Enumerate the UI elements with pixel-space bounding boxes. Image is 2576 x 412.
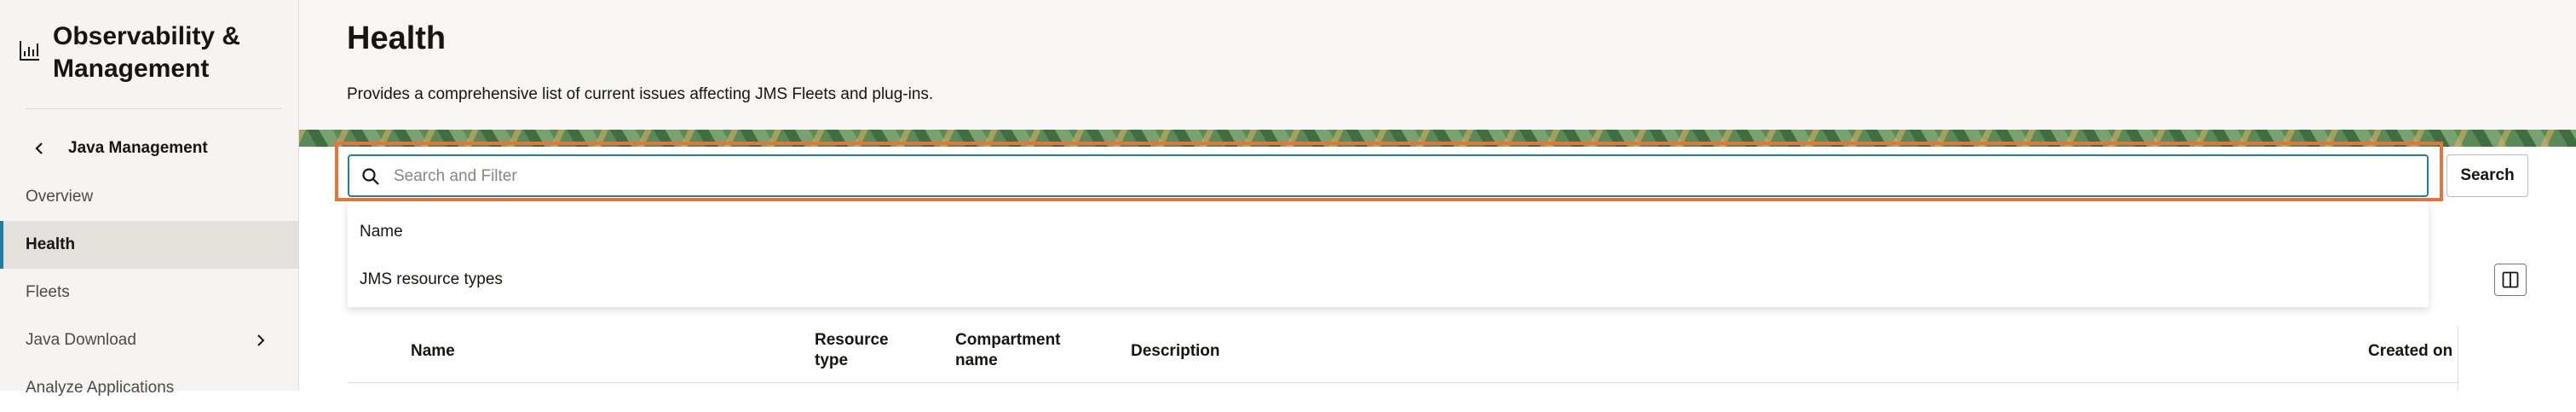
- suggestion-name[interactable]: Name: [348, 208, 2429, 256]
- column-header-created-on[interactable]: Created on: [2368, 341, 2452, 362]
- back-to-java-management[interactable]: Java Management: [32, 139, 208, 158]
- sidebar-divider: [26, 108, 281, 109]
- sidebar-item-label: Overview: [26, 188, 94, 206]
- sidebar-item-label: Fleets: [26, 283, 70, 301]
- column-header-description[interactable]: Description: [1131, 341, 1220, 362]
- columns-icon: [2502, 271, 2519, 288]
- sidebar: Observability & Management Java Manageme…: [0, 0, 299, 397]
- column-header-compartment-name[interactable]: Compartment name: [955, 330, 1075, 371]
- back-label: Java Management: [68, 139, 208, 157]
- chart-icon: [20, 41, 39, 61]
- search-input[interactable]: [392, 160, 2415, 194]
- sidebar-item-label: Analyze Applications: [26, 379, 175, 397]
- app-title: Observability & Management: [53, 22, 241, 83]
- sidebar-item-overview[interactable]: Overview: [0, 173, 298, 221]
- search-icon: [362, 168, 379, 185]
- search-button[interactable]: Search: [2446, 154, 2528, 197]
- sidebar-item-java-download[interactable]: Java Download: [0, 316, 298, 364]
- column-header-resource-type[interactable]: Resource type: [815, 330, 900, 371]
- sidebar-item-analyze-applications[interactable]: Analyze Applications: [0, 364, 298, 412]
- page-description: Provides a comprehensive list of current…: [347, 85, 934, 103]
- column-toggle-button[interactable]: [2494, 264, 2527, 296]
- suggestion-jms-resource-types[interactable]: JMS resource types: [348, 256, 2429, 304]
- chevron-right-icon: [257, 334, 265, 346]
- brand: Observability & Management: [19, 20, 274, 85]
- table-header-border: [348, 382, 2458, 383]
- sidebar-item-label: Health: [26, 235, 76, 253]
- column-header-name[interactable]: Name: [411, 341, 455, 362]
- sidebar-item-fleets[interactable]: Fleets: [0, 269, 298, 316]
- sidebar-item-health[interactable]: Health: [0, 221, 298, 269]
- sidebar-nav: Overview Health Fleets Java Download Ana…: [0, 173, 298, 412]
- page-header: Health Provides a comprehensive list of …: [299, 0, 2576, 130]
- search-field[interactable]: [348, 154, 2429, 197]
- chevron-left-icon: [35, 142, 43, 154]
- sidebar-item-label: Java Download: [26, 331, 136, 349]
- search-suggestions: Name JMS resource types: [348, 201, 2429, 307]
- page-title: Health: [347, 20, 447, 56]
